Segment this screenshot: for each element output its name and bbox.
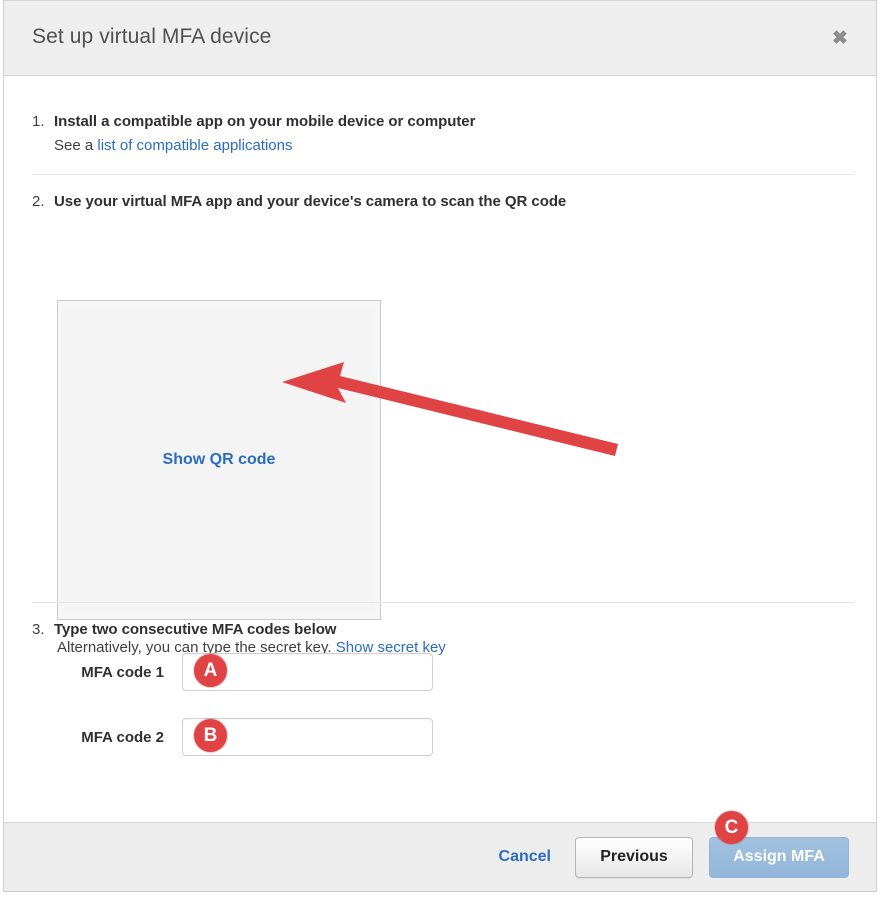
- step-1: 1. Install a compatible app on your mobi…: [32, 113, 854, 154]
- step-2-number: 2.: [32, 193, 45, 210]
- dialog-header: Set up virtual MFA device ✖: [4, 1, 876, 76]
- cancel-button[interactable]: Cancel: [491, 848, 559, 866]
- step-1-subtext: See a list of compatible applications: [54, 137, 854, 154]
- mfa-code-1-label: MFA code 1: [81, 663, 164, 681]
- compatible-applications-link[interactable]: list of compatible applications: [97, 137, 292, 154]
- show-qr-code-link[interactable]: Show QR code: [163, 451, 276, 469]
- dialog-body: 1. Install a compatible app on your mobi…: [4, 76, 876, 822]
- annotation-badge-c: C: [715, 811, 748, 844]
- previous-button[interactable]: Previous: [575, 836, 693, 878]
- step-2-heading: Use your virtual MFA app and your device…: [54, 193, 567, 210]
- mfa-code-2-label: MFA code 2: [81, 728, 164, 746]
- step-3-number: 3.: [32, 621, 45, 638]
- step-2: 2. Use your virtual MFA app and your dev…: [32, 193, 854, 210]
- annotation-badge-a: A: [194, 654, 227, 687]
- qr-code-inner: Show QR code: [63, 306, 375, 614]
- mfa-code-1-row: MFA code 1: [32, 653, 433, 691]
- set-up-virtual-mfa-dialog: Set up virtual MFA device ✖ 1. Install a…: [3, 0, 877, 892]
- qr-code-placeholder: Show QR code: [57, 300, 381, 620]
- divider-step2-step3: [32, 602, 854, 603]
- step-1-subtext-prefix: See a: [54, 137, 98, 154]
- mfa-code-2-row: MFA code 2: [32, 718, 433, 756]
- footer-actions: Cancel Previous Assign MFA: [491, 823, 849, 891]
- annotation-badge-b: B: [194, 719, 227, 752]
- step-3-heading: Type two consecutive MFA codes below: [54, 621, 337, 638]
- page-title: Set up virtual MFA device: [32, 25, 272, 48]
- divider-step1-step2: [32, 174, 854, 175]
- step-3: 3. Type two consecutive MFA codes below: [32, 621, 854, 638]
- step-1-heading: Install a compatible app on your mobile …: [54, 113, 476, 130]
- close-icon[interactable]: ✖: [828, 27, 852, 51]
- step-1-number: 1.: [32, 113, 45, 130]
- dialog-footer: Cancel Previous Assign MFA C: [4, 811, 876, 891]
